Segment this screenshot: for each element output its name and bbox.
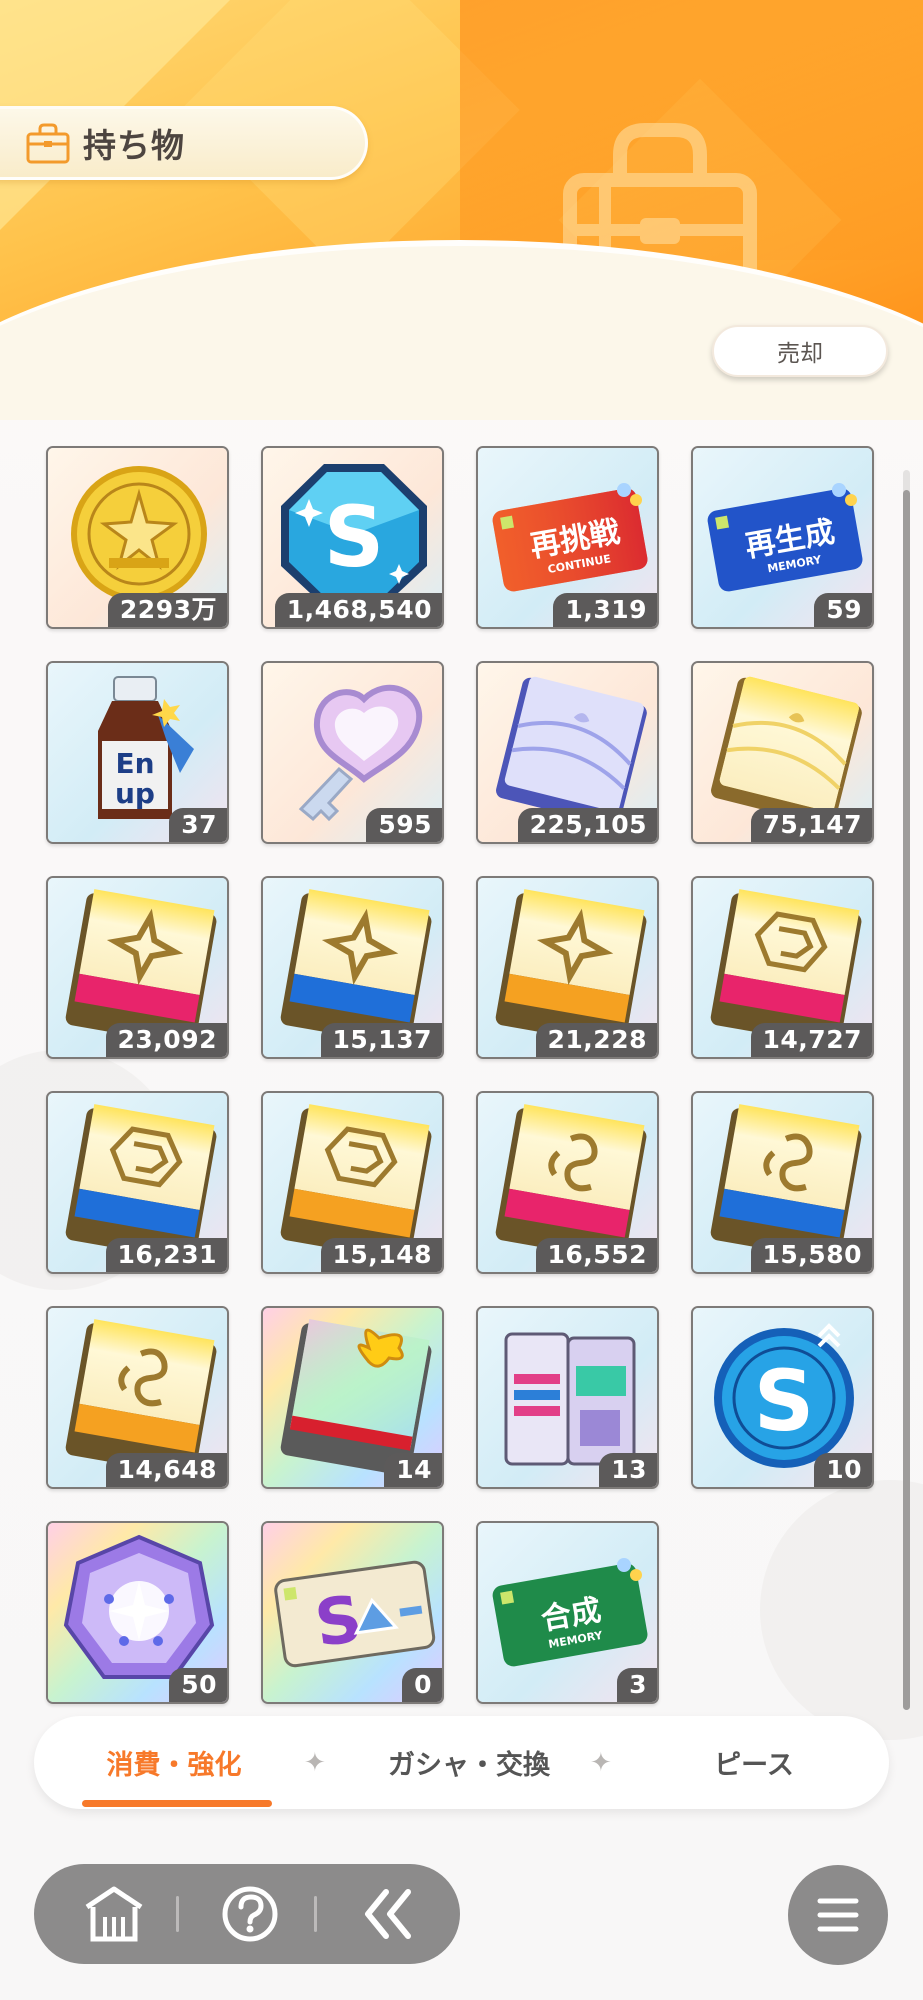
home-button[interactable] [54,1864,174,1964]
item-tile[interactable]: 14,648 [46,1306,229,1489]
svg-text:En: En [115,747,154,780]
item-tile[interactable]: 2293万 [46,446,229,629]
help-button[interactable] [190,1864,310,1964]
svg-text:up: up [115,777,155,810]
energy-drink-icon: En up [98,676,194,819]
item-count: 10 [814,1453,872,1487]
item-count: 14,727 [750,1023,872,1057]
item-count: 14 [384,1453,442,1487]
item-count: 15,137 [320,1023,442,1057]
item-tile[interactable]: 14 [261,1306,444,1489]
maze-book-blue-icon [65,1104,217,1259]
item-count: 2293万 [107,593,227,627]
sparkle-book-orange-icon [495,889,647,1044]
menu-icon [817,1898,859,1932]
item-count: 595 [366,808,442,842]
sparkle-separator-icon: ✦ [304,1748,326,1778]
item-count: 13 [599,1453,657,1487]
inventory-screen: { "header": { "title": "持ち物", "sell_labe… [0,0,923,2000]
help-icon [222,1886,278,1942]
item-tile[interactable]: S 0 [261,1521,444,1704]
item-tile[interactable]: S 10 [691,1306,874,1489]
item-count: 3 [617,1668,657,1702]
heart-key-icon [298,684,423,822]
item-tile[interactable]: 15,580 [691,1091,874,1274]
item-tile[interactable]: 21,228 [476,876,659,1059]
maze-book-orange-icon [280,1104,432,1259]
gift-book-icon [280,1319,432,1474]
item-count: 75,147 [750,808,872,842]
nav-divider [314,1896,317,1932]
item-tile[interactable]: En up 37 [46,661,229,844]
item-tile[interactable]: 合成 MEMORY 3 [476,1521,659,1704]
item-count: 16,552 [535,1238,657,1272]
item-tile[interactable]: 50 [46,1521,229,1704]
item-tile[interactable]: 15,137 [261,876,444,1059]
svg-text:S: S [754,1352,815,1450]
item-tile[interactable]: S 1,468,540 [261,446,444,629]
swirl-book-pink-icon [495,1104,647,1259]
maze-book-pink-icon [710,889,862,1044]
item-count: 15,148 [320,1238,442,1272]
item-tile[interactable]: 15,148 [261,1091,444,1274]
item-tile[interactable]: 14,727 [691,876,874,1059]
memory-regenerate-ticket-icon: 再生成 MEMORY [707,483,863,592]
swirl-book-orange-icon [65,1319,217,1474]
purple-book-icon [496,676,647,826]
sparkle-separator-icon: ✦ [590,1748,612,1778]
crystal-gem-icon [63,1534,215,1679]
item-count: 59 [814,593,872,627]
star-gem-s-icon: S [281,464,427,606]
item-tile[interactable]: 再生成 MEMORY 59 [691,446,874,629]
scrollbar-thumb[interactable] [903,490,910,1710]
sell-button[interactable]: 売却 [712,325,888,377]
home-icon [85,1886,143,1942]
item-tile[interactable]: 13 [476,1306,659,1489]
item-count: 16,231 [105,1238,227,1272]
svg-text:S: S [324,488,385,586]
item-count: 1,468,540 [274,593,442,627]
item-tile[interactable]: 75,147 [691,661,874,844]
item-tile[interactable]: 225,105 [476,661,659,844]
item-count: 15,580 [750,1238,872,1272]
page-title: 持ち物 [83,126,185,165]
tab-consume-enhance[interactable]: 消費・強化 [54,1716,294,1809]
background-decoration [760,1480,923,1740]
gold-coin-icon [71,466,207,602]
gold-book-icon [711,676,862,826]
sparkle-book-blue-icon [280,889,432,1044]
sparkle-book-pink-icon [65,889,217,1044]
continue-ticket-icon: 再挑戦 CONTINUE [492,483,648,592]
page-title-bar: 持ち物 [0,106,368,180]
item-count: 0 [402,1668,442,1702]
book-set-icon [504,1332,636,1466]
item-count: 23,092 [105,1023,227,1057]
item-count: 14,648 [105,1453,227,1487]
item-tile[interactable]: 23,092 [46,876,229,1059]
item-tile[interactable]: 16,552 [476,1091,659,1274]
memory-synthesis-ticket-icon: 合成 MEMORY [492,1558,648,1667]
tab-piece[interactable]: ピース [634,1716,874,1809]
item-count: 1,319 [553,593,657,627]
item-tile[interactable]: 595 [261,661,444,844]
bag-icon [26,123,70,164]
menu-button[interactable] [788,1865,888,1965]
active-tab-indicator [82,1800,272,1807]
category-tabs: 消費・強化 ✦ ガシャ・交換 ✦ ピース [34,1716,889,1809]
back-button[interactable] [328,1864,448,1964]
swirl-book-blue-icon [710,1104,862,1259]
item-tile[interactable]: 再挑戦 CONTINUE 1,319 [476,446,659,629]
item-count: 21,228 [535,1023,657,1057]
s-upgrade-ticket-icon: S [274,1560,436,1668]
bottom-nav [34,1864,460,1964]
back-icon [365,1889,411,1939]
item-tile[interactable]: 16,231 [46,1091,229,1274]
tab-gacha-exchange[interactable]: ガシャ・交換 [344,1716,594,1809]
s-rank-up-coin-icon: S [714,1323,854,1468]
item-count: 37 [169,808,227,842]
nav-divider [176,1896,179,1932]
item-count: 50 [169,1668,227,1702]
item-count: 225,105 [517,808,657,842]
